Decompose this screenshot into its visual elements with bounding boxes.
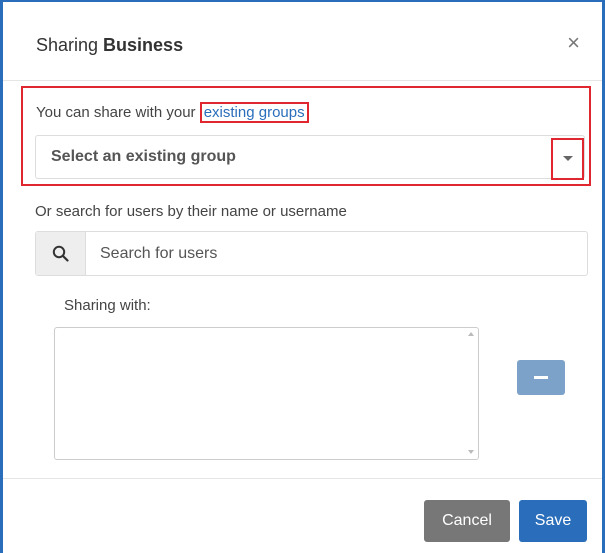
group-select-value: Select an existing group: [51, 148, 236, 165]
share-groups-text: You can share with your: [36, 104, 200, 121]
user-search-input[interactable]: [86, 232, 586, 275]
sharing-with-list[interactable]: [54, 327, 479, 460]
scroll-down-icon[interactable]: [468, 450, 474, 454]
save-button[interactable]: Save: [519, 500, 587, 542]
search-icon: [52, 245, 69, 262]
footer-divider: [3, 478, 602, 479]
title-prefix: Sharing: [36, 35, 104, 55]
share-groups-prompt: You can share with your existing groups: [36, 102, 309, 123]
dialog-header: Sharing Business ×: [3, 2, 602, 81]
scroll-up-icon[interactable]: [468, 332, 474, 336]
user-search-label: Or search for users by their name or use…: [35, 203, 347, 220]
cancel-button[interactable]: Cancel: [424, 500, 510, 542]
title-item-name: Business: [103, 35, 184, 55]
group-select[interactable]: Select an existing group: [35, 135, 585, 179]
minus-icon: [534, 376, 548, 379]
existing-groups-link[interactable]: existing groups: [199, 102, 309, 123]
close-icon[interactable]: ×: [567, 32, 580, 54]
window-frame-left: [0, 0, 3, 553]
sharing-with-label: Sharing with:: [64, 297, 151, 314]
remove-share-button[interactable]: [517, 360, 565, 395]
user-search-group: [35, 231, 588, 276]
search-addon: [36, 232, 86, 275]
group-select-toggle[interactable]: [551, 138, 584, 180]
dialog-title: Sharing Business: [36, 35, 183, 56]
chevron-down-icon: [563, 156, 573, 161]
